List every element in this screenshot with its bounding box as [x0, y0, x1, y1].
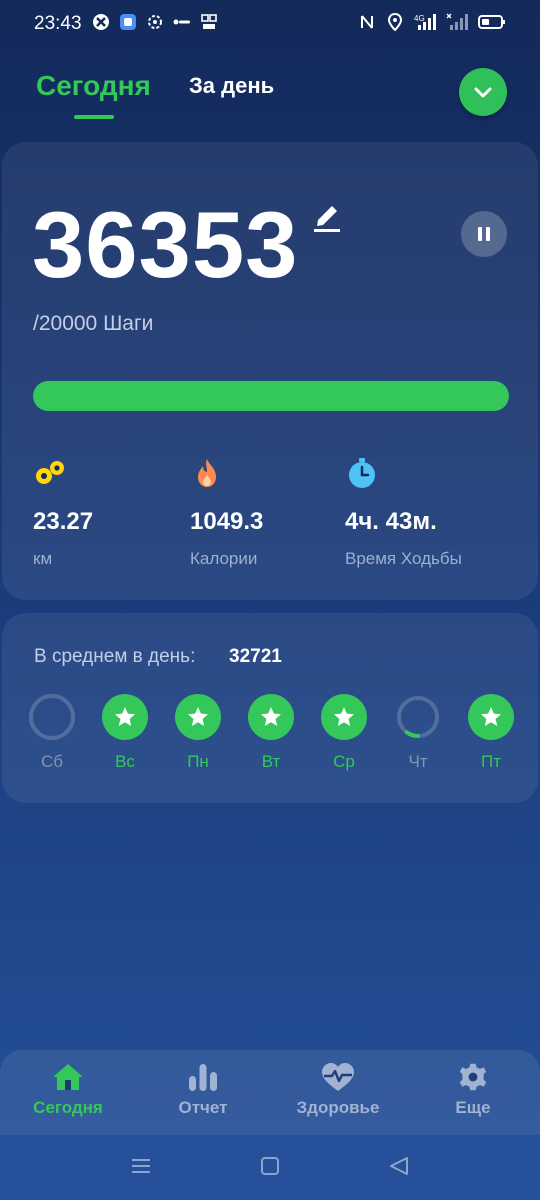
distance-icon	[36, 461, 64, 484]
status-time: 23:43	[34, 13, 82, 34]
week-day[interactable]: Пт	[467, 694, 515, 772]
step-goal: /20000 Шаги	[33, 312, 154, 335]
star-icon	[334, 707, 354, 726]
svg-text:4G: 4G	[414, 14, 425, 23]
week-day-label: Вс	[115, 752, 135, 771]
flame-icon	[198, 459, 216, 487]
back-icon[interactable]	[388, 1155, 410, 1177]
calories-label: Калории	[190, 549, 258, 568]
week-day[interactable]: Сб	[28, 694, 76, 772]
stat-walking-time: 4ч. 43м. Время Ходьбы	[345, 456, 462, 568]
recents-icon[interactable]	[130, 1155, 152, 1177]
step-progress-fill	[33, 381, 509, 411]
stopwatch-icon	[349, 458, 375, 488]
home-button-icon[interactable]	[259, 1155, 281, 1177]
app-icon-2	[120, 14, 136, 30]
app-icon-5	[201, 14, 217, 29]
day-goal-circle	[102, 694, 148, 740]
tab-day[interactable]: За день	[189, 73, 274, 99]
nav-today[interactable]: Сегодня	[8, 1062, 128, 1118]
calories-value: 1049.3	[190, 508, 264, 535]
battery-icon	[478, 15, 505, 29]
day-goal-circle	[248, 694, 294, 740]
distance-label: км	[33, 549, 53, 568]
week-day[interactable]: Чт	[394, 694, 442, 772]
stat-calories: 1049.3 Калории	[190, 456, 263, 568]
nav-more[interactable]: Еще	[413, 1062, 533, 1118]
nav-health-label: Здоровье	[296, 1098, 380, 1117]
signal-x-icon	[446, 13, 468, 30]
bottom-nav: Сегодня Отчет Здоровье Еще	[0, 1050, 540, 1135]
week-day[interactable]: Вс	[101, 694, 149, 772]
status-icons-left	[92, 13, 218, 31]
chevron-down-icon	[474, 87, 492, 98]
nav-more-label: Еще	[455, 1098, 491, 1117]
week-day-label: Чт	[408, 752, 428, 771]
app-icon-1	[93, 14, 109, 30]
nav-health[interactable]: Здоровье	[278, 1062, 398, 1118]
star-icon	[481, 707, 501, 726]
status-icons-right: 4G	[358, 13, 506, 31]
star-icon	[115, 707, 135, 726]
week-day[interactable]: Вт	[247, 694, 295, 772]
pause-icon	[478, 227, 490, 241]
day-progress-ring	[395, 694, 441, 740]
step-progress-bar	[33, 381, 509, 411]
star-icon	[261, 707, 281, 726]
pause-button[interactable]	[461, 211, 507, 257]
signal-4g-icon: 4G	[414, 14, 436, 30]
nav-report[interactable]: Отчет	[143, 1062, 263, 1118]
app-icon-3	[148, 15, 162, 29]
home-icon	[53, 1064, 83, 1090]
location-icon	[387, 13, 403, 31]
average-value: 32721	[229, 646, 282, 667]
week-day[interactable]: Ср	[320, 694, 368, 772]
stat-distance: 23.27 км	[33, 456, 93, 568]
day-goal-circle	[175, 694, 221, 740]
star-icon	[188, 707, 208, 726]
app-icon-4	[173, 19, 190, 25]
week-day[interactable]: Пн	[174, 694, 222, 772]
average-label: В среднем в день:	[34, 646, 196, 667]
bar-chart-icon	[189, 1064, 217, 1091]
edit-icon[interactable]	[312, 200, 342, 234]
day-goal-circle	[468, 694, 514, 740]
walking-time-label: Время Ходьбы	[345, 549, 462, 568]
nav-today-label: Сегодня	[33, 1098, 103, 1117]
nav-report-label: Отчет	[178, 1098, 228, 1117]
week-day-label: Пт	[480, 752, 501, 771]
progress-ring	[397, 696, 439, 738]
dropdown-button[interactable]	[459, 68, 507, 116]
status-bar: 23:43 4G	[0, 0, 540, 48]
week-day-label: Ср	[333, 752, 355, 771]
heart-pulse-icon	[322, 1063, 354, 1091]
tab-today[interactable]: Сегодня	[36, 70, 151, 102]
gear-icon	[459, 1063, 487, 1091]
nfc-icon	[361, 15, 373, 29]
step-count: 36353	[32, 192, 299, 297]
tab-today-underline	[74, 115, 114, 119]
system-nav-bar	[0, 1135, 540, 1200]
day-goal-circle	[321, 694, 367, 740]
day-empty-ring	[29, 694, 75, 740]
distance-value: 23.27	[33, 508, 94, 535]
week-day-label: Пн	[187, 752, 209, 771]
walking-time-value: 4ч. 43м.	[345, 508, 437, 535]
week-day-label: Вт	[261, 752, 281, 771]
week-day-label: Сб	[40, 752, 63, 771]
